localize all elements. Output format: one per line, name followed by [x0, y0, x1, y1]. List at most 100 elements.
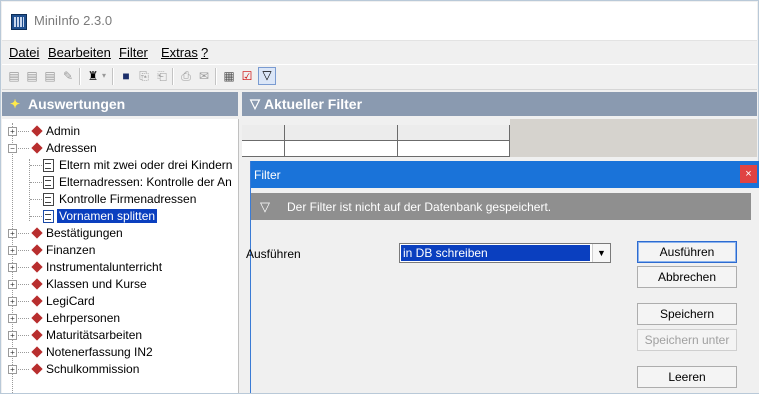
toolbar-separator	[172, 68, 174, 85]
grid-cell[interactable]	[242, 141, 285, 157]
tree-node-finanzen[interactable]: + Finanzen	[2, 243, 238, 260]
tree-node-label: Elternadressen: Kontrolle der An	[59, 175, 232, 189]
run-button[interactable]: Ausführen	[637, 241, 737, 263]
menu-help[interactable]: ?	[201, 45, 208, 60]
expand-icon[interactable]: +	[8, 314, 17, 323]
expand-icon[interactable]: +	[8, 229, 17, 238]
clear-button[interactable]: Leeren	[637, 366, 737, 388]
app-icon	[11, 14, 27, 30]
filter-dialog: Filter × ▽ Der Filter ist nicht auf der …	[246, 161, 759, 393]
toolbar: ▤ ▤ ▤ ✎ ♜ ▾ ■ ⎘ ⎗ ⎙ ✉ ▦ ☑ ▽	[2, 64, 757, 90]
menu-datei[interactable]: Datei	[9, 45, 39, 60]
expand-icon[interactable]: +	[8, 263, 17, 272]
tree-node-report-selected[interactable]: Vornamen splitten	[2, 209, 238, 226]
chevron-down-icon[interactable]: ▼	[592, 244, 610, 262]
grid-cell[interactable]	[285, 141, 398, 157]
document-icon	[43, 193, 54, 206]
mail-icon[interactable]: ✉	[197, 69, 211, 83]
book-icon	[31, 142, 43, 154]
tree-node-schulkommission[interactable]: + Schulkommission	[2, 362, 238, 379]
report-new-icon[interactable]: ▤	[43, 69, 57, 83]
tree-node-label: Kontrolle Firmenadressen	[59, 192, 197, 206]
tree-node-label: Vornamen splitten	[57, 209, 158, 223]
copy-icon[interactable]: ⎘	[137, 69, 151, 83]
tree-node-bestaetigungen[interactable]: + Bestätigungen	[2, 226, 238, 243]
expand-icon[interactable]: +	[8, 365, 17, 374]
close-icon[interactable]: ×	[740, 165, 757, 183]
run-mode-value: in DB schreiben	[401, 245, 590, 261]
toolbar-separator	[112, 68, 114, 85]
save-as-button[interactable]: Speichern unter	[637, 329, 737, 351]
run-label: Ausführen	[246, 247, 301, 261]
tree-node-label: Notenerfassung IN2	[46, 345, 153, 359]
tree-node-report[interactable]: Kontrolle Firmenadressen	[2, 192, 238, 209]
menu-filter[interactable]: Filter	[119, 45, 148, 60]
checklist-icon[interactable]: ☑	[240, 69, 254, 83]
tree-node-admin[interactable]: + Admin	[2, 124, 238, 141]
expand-icon[interactable]: +	[8, 280, 17, 289]
tree-node-adressen[interactable]: − Adressen	[2, 141, 238, 158]
book-icon	[31, 244, 43, 256]
form-icon[interactable]: ▦	[222, 69, 236, 83]
book-icon	[31, 346, 43, 358]
grid-header-cell[interactable]	[285, 125, 398, 141]
grid-cell[interactable]	[398, 141, 510, 157]
tree-node-label: Admin	[46, 124, 81, 138]
tree-node-klassen-und-kurse[interactable]: + Klassen und Kurse	[2, 277, 238, 294]
toolbar-separator	[79, 68, 81, 85]
left-panel-title: Auswertungen	[28, 96, 126, 112]
collapse-icon[interactable]: −	[8, 144, 17, 153]
tree-node-instrumentalunterricht[interactable]: + Instrumentalunterricht	[2, 260, 238, 277]
run-mode-select[interactable]: in DB schreiben ▼	[399, 243, 611, 263]
tree-node-report[interactable]: Eltern mit zwei oder drei Kindern	[2, 158, 238, 175]
title-bar: MiniInfo 2.3.0	[2, 2, 757, 40]
dialog-title-bar[interactable]: Filter ×	[251, 161, 759, 188]
document-edit-icon	[43, 210, 54, 223]
menu-bearbeiten[interactable]: Bearbeiten	[48, 45, 111, 60]
menu-bar: Datei Bearbeiten Filter Extras ?	[2, 41, 757, 63]
expand-icon[interactable]: +	[8, 331, 17, 340]
tree-node-label: Instrumentalunterricht	[46, 260, 163, 274]
info-message: Der Filter ist nicht auf der Datenbank g…	[287, 200, 552, 214]
cancel-button[interactable]: Abbrechen	[637, 266, 737, 288]
tree-node-label: Maturitätsarbeiten	[46, 328, 143, 342]
grid-background	[510, 119, 757, 157]
tree-node-legicard[interactable]: + LegiCard	[2, 294, 238, 311]
book-icon	[31, 363, 43, 375]
tree-node-lehrpersonen[interactable]: + Lehrpersonen	[2, 311, 238, 328]
menu-extras[interactable]: Extras	[161, 45, 198, 60]
document-icon	[43, 176, 54, 189]
expand-icon[interactable]: +	[8, 246, 17, 255]
tree-node-label: LegiCard	[46, 294, 95, 308]
edit-icon[interactable]: ✎	[61, 69, 75, 83]
document-icon	[43, 159, 54, 172]
report-tree: + Admin − Adressen Eltern mit zwei oder …	[2, 119, 239, 393]
sparkle-icon: ✦	[10, 97, 21, 111]
print-icon[interactable]: ⎙	[179, 69, 193, 83]
dialog-title: Filter	[254, 168, 281, 182]
right-panel-header: ▽ Aktueller Filter	[242, 92, 757, 116]
filter-icon[interactable]: ▽	[258, 67, 276, 85]
binoculars-icon[interactable]: ♜	[86, 69, 100, 83]
expand-icon[interactable]: +	[8, 127, 17, 136]
expand-icon[interactable]: +	[8, 348, 17, 357]
tree-node-report[interactable]: Elternadressen: Kontrolle der An	[2, 175, 238, 192]
grid-header-cell[interactable]	[398, 125, 510, 141]
right-panel-title: Aktueller Filter	[264, 96, 363, 112]
report-icon[interactable]: ▤	[7, 69, 21, 83]
book-icon	[31, 295, 43, 307]
report-copy-icon[interactable]: ▤	[25, 69, 39, 83]
save-icon[interactable]: ■	[119, 69, 133, 83]
funnel-icon: ▽	[250, 96, 260, 111]
tree-node-label: Lehrpersonen	[46, 311, 121, 325]
info-bar: ▽ Der Filter ist nicht auf der Datenbank…	[251, 193, 751, 220]
funnel-icon: ▽	[260, 199, 270, 214]
grid-corner-cell[interactable]	[242, 125, 285, 141]
book-icon	[31, 278, 43, 290]
paste-icon[interactable]: ⎗	[155, 69, 169, 83]
tree-node-notenerfassung[interactable]: + Notenerfassung IN2	[2, 345, 238, 362]
save-button[interactable]: Speichern	[637, 303, 737, 325]
expand-icon[interactable]: +	[8, 297, 17, 306]
tree-node-maturitaetsarbeiten[interactable]: + Maturitätsarbeiten	[2, 328, 238, 345]
chevron-down-icon[interactable]: ▾	[100, 69, 108, 83]
